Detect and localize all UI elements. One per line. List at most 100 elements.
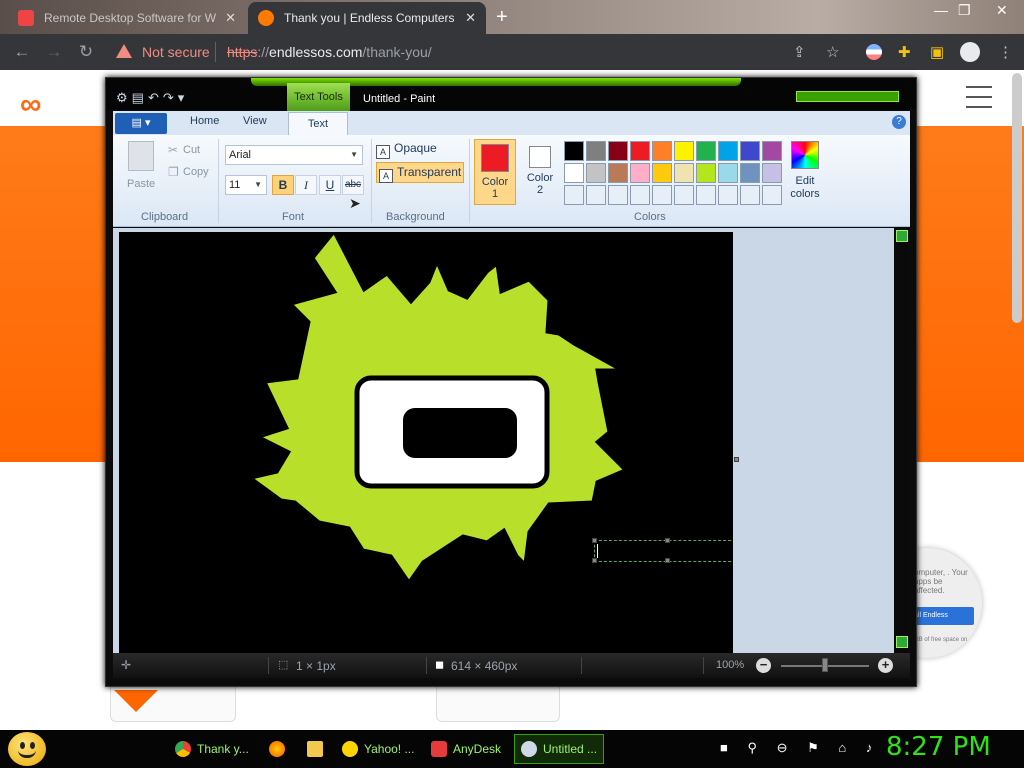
color-swatch[interactable] — [740, 163, 760, 183]
extensions-puzzle-icon[interactable]: ✚ — [898, 43, 911, 61]
menu-kebab-icon[interactable]: ⋮ — [998, 43, 1013, 61]
color-swatch[interactable] — [674, 185, 694, 205]
copy-button[interactable]: Copy — [183, 166, 209, 178]
window-controls[interactable] — [796, 91, 899, 102]
reload-icon[interactable]: ↻ — [76, 42, 96, 62]
resize-handle[interactable] — [592, 558, 597, 563]
color-swatch[interactable] — [740, 141, 760, 161]
taskbar-firefox[interactable] — [262, 734, 298, 764]
tab-home[interactable]: Home — [190, 115, 219, 127]
profile-avatar[interactable] — [960, 42, 980, 62]
color-swatch[interactable] — [586, 185, 606, 205]
scroll-down-button[interactable] — [896, 636, 908, 648]
underline-button[interactable]: U — [319, 175, 341, 195]
italic-button[interactable]: I — [295, 175, 317, 195]
address-bar[interactable]: https://endlessos.com/thank-you/ — [227, 44, 432, 60]
resize-handle[interactable] — [665, 538, 670, 543]
color-swatch[interactable] — [696, 141, 716, 161]
warning-triangle-icon[interactable] — [116, 44, 132, 58]
text-insertion-box[interactable] — [592, 538, 733, 563]
paste-clipboard-icon[interactable] — [128, 141, 154, 171]
page-scrollbar[interactable] — [1012, 73, 1022, 323]
new-tab-button[interactable]: + — [496, 6, 508, 29]
tab-text[interactable]: Text — [288, 112, 348, 136]
redo-icon[interactable]: ↷ — [163, 90, 178, 105]
color-swatch[interactable] — [630, 163, 650, 183]
color-swatch[interactable] — [586, 163, 606, 183]
undo-icon[interactable]: ↶ — [148, 90, 163, 105]
color-swatch[interactable] — [652, 163, 672, 183]
canvas-resize-handle[interactable] — [734, 457, 739, 462]
color-swatch[interactable] — [630, 185, 650, 205]
scroll-up-button[interactable] — [896, 230, 908, 242]
color-1-button[interactable]: Color 1 — [474, 139, 516, 205]
color-2-button[interactable]: Color 2 — [519, 139, 561, 205]
zoom-out-button[interactable]: − — [756, 658, 771, 673]
resize-handle[interactable] — [665, 558, 670, 563]
color-swatch[interactable] — [630, 141, 650, 161]
font-family-select[interactable]: Arial ▼ — [225, 145, 363, 165]
font-size-select[interactable]: 11 ▼ — [225, 175, 267, 195]
taskbar-chrome[interactable]: Thank y... — [168, 734, 256, 764]
cut-button[interactable]: Cut — [183, 144, 200, 156]
paint-app-icon[interactable]: ⚙ — [116, 90, 132, 105]
resize-handle[interactable] — [592, 538, 597, 543]
start-smiley-icon[interactable] — [8, 732, 46, 766]
forward-arrow-icon[interactable]: → — [44, 42, 64, 62]
paste-button[interactable]: Paste — [127, 178, 155, 190]
color-swatch[interactable] — [652, 185, 672, 205]
drawing-canvas[interactable] — [119, 232, 733, 653]
color-swatch[interactable] — [652, 141, 672, 161]
file-menu-button[interactable]: ▤ ▾ — [115, 113, 167, 134]
color-swatch[interactable] — [674, 141, 694, 161]
customize-dropdown-icon[interactable]: ▾ — [178, 90, 189, 105]
zoom-in-button[interactable]: + — [878, 658, 893, 673]
taskbar-paint[interactable]: Untitled ... — [514, 734, 605, 764]
help-icon[interactable]: ? — [892, 115, 906, 129]
close-tab-icon[interactable]: ✕ — [225, 10, 236, 26]
color-swatch[interactable] — [696, 185, 716, 205]
color-swatch[interactable] — [608, 163, 628, 183]
system-tray-icons[interactable]: ■ ⚲ ⊖ ⚑ ⌂ ♪ — [720, 740, 880, 756]
taskbar-folder[interactable] — [300, 734, 336, 764]
strikethrough-button[interactable]: abc — [342, 175, 364, 195]
tab-remote-desktop[interactable]: Remote Desktop Software for W ✕ — [8, 2, 246, 34]
transparent-button[interactable]: A Transparent — [376, 162, 464, 183]
restore-button[interactable]: ❐ — [958, 2, 971, 19]
save-icon[interactable]: ▤ — [132, 90, 148, 105]
taskbar-anydesk[interactable]: AnyDesk — [424, 734, 508, 764]
vertical-scrollbar[interactable] — [894, 228, 910, 653]
color-swatch[interactable] — [564, 163, 584, 183]
tab-view[interactable]: View — [243, 115, 267, 127]
color-swatch[interactable] — [674, 163, 694, 183]
taskbar-clock[interactable]: 8:27 PM — [886, 732, 991, 762]
color-swatch[interactable] — [696, 163, 716, 183]
color-swatch[interactable] — [718, 141, 738, 161]
quick-access-toolbar[interactable]: ⚙▤↶↷▾ — [116, 90, 188, 106]
taskbar-yahoo[interactable]: Yahoo! ... — [335, 734, 421, 764]
color-swatch[interactable] — [762, 185, 782, 205]
extension-flag-icon[interactable] — [866, 44, 882, 60]
side-panel-icon[interactable]: ▣ — [930, 43, 944, 61]
color-swatch[interactable] — [564, 185, 584, 205]
color-swatch[interactable] — [740, 185, 760, 205]
color-swatch[interactable] — [586, 141, 606, 161]
minimize-button[interactable]: — — [934, 2, 948, 18]
color-swatch[interactable] — [608, 185, 628, 205]
tab-thank-you[interactable]: Thank you | Endless Computers ✕ — [248, 2, 486, 34]
endless-logo[interactable]: ∞ — [20, 88, 41, 122]
color-swatch[interactable] — [608, 141, 628, 161]
close-window-button[interactable]: ✕ — [996, 2, 1008, 19]
hamburger-menu-icon[interactable] — [966, 86, 992, 116]
edit-colors-button[interactable]: Edit colors — [785, 141, 825, 201]
back-arrow-icon[interactable]: ← — [12, 42, 32, 62]
opaque-button[interactable]: A Opaque — [376, 141, 437, 159]
color-swatch[interactable] — [564, 141, 584, 161]
zoom-slider-thumb[interactable] — [822, 658, 828, 672]
bold-button[interactable]: B — [272, 175, 294, 195]
color-swatch[interactable] — [718, 163, 738, 183]
bookmark-star-icon[interactable]: ☆ — [826, 43, 839, 61]
color-swatch[interactable] — [718, 185, 738, 205]
color-swatch[interactable] — [762, 141, 782, 161]
color-swatch[interactable] — [762, 163, 782, 183]
